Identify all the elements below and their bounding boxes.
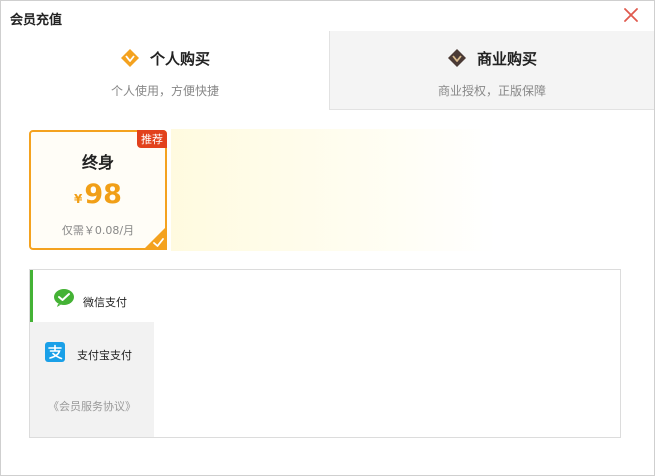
- tab-personal[interactable]: 个人购买 个人使用，方便快捷: [1, 31, 329, 110]
- recommend-badge: 推荐: [137, 130, 167, 148]
- payment-option-wechat[interactable]: 微信支付: [30, 270, 154, 322]
- tab-personal-heading: 个人购买: [1, 48, 329, 72]
- recharge-dialog: 会员充值 个人购买 个人使用，方便快捷 商业购买 商业授权，正版保障 推荐 终身…: [0, 0, 655, 476]
- plan-price: ¥98: [31, 179, 165, 210]
- currency-symbol: ¥: [74, 192, 83, 206]
- tab-personal-subtitle: 个人使用，方便快捷: [110, 84, 219, 98]
- dark-diamond-icon: [447, 48, 467, 72]
- alipay-icon: [45, 342, 65, 366]
- selected-check-icon: [143, 226, 167, 250]
- service-agreement-link[interactable]: 《会员服务协议》: [30, 398, 154, 414]
- close-icon: [624, 8, 638, 22]
- payment-method-list: 微信支付 支付宝支付 《会员服务协议》: [30, 270, 154, 437]
- tab-business[interactable]: 商业购买 商业授权，正版保障: [329, 31, 654, 110]
- tab-business-label: 商业购买: [476, 50, 537, 68]
- price-value: 98: [84, 179, 122, 210]
- dialog-title: 会员充值: [10, 13, 63, 28]
- gold-diamond-icon: [120, 48, 140, 72]
- payment-option-alipay[interactable]: 支付宝支付: [30, 322, 154, 374]
- plan-card-lifetime[interactable]: 推荐 终身 ¥98 仅需￥0.08/月: [29, 130, 167, 250]
- payment-option-alipay-label: 支付宝支付: [77, 349, 132, 362]
- payment-option-wechat-label: 微信支付: [83, 296, 127, 309]
- payment-panel: 微信支付 支付宝支付 《会员服务协议》: [29, 269, 621, 438]
- title-bar: 会员充值: [1, 1, 654, 31]
- close-button[interactable]: [622, 6, 640, 24]
- tab-business-heading: 商业购买: [330, 48, 654, 72]
- tab-business-subtitle: 商业授权，正版保障: [437, 84, 546, 98]
- tab-personal-label: 个人购买: [149, 50, 210, 68]
- plan-name: 终身: [81, 153, 114, 172]
- wechat-pay-icon: [53, 289, 75, 311]
- plan-area-highlight: [171, 129, 496, 251]
